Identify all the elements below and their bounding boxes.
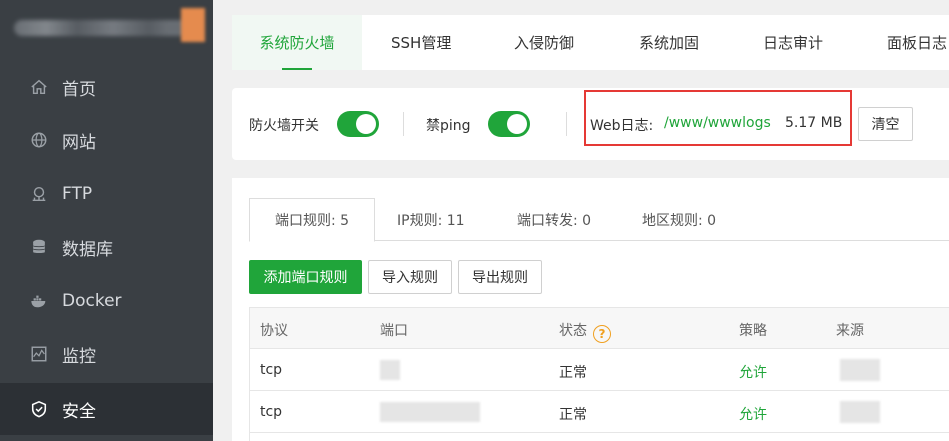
weblog-size: 5.17 MB: [785, 115, 843, 131]
globe-icon: [29, 130, 49, 150]
masked-source: [840, 359, 880, 381]
table-header: 协议 端口 状态? 策略 来源: [250, 308, 949, 349]
tab-label: 日志审计: [763, 34, 824, 52]
home-icon: [29, 77, 49, 97]
header-status-label: 状态: [559, 323, 587, 339]
tab-log-audit[interactable]: 日志审计: [763, 15, 823, 70]
tab-region-rules[interactable]: 地区规则: 0: [642, 198, 716, 241]
tab-system-firewall[interactable]: 系统防火墙: [232, 15, 362, 70]
ping-toggle[interactable]: [488, 111, 530, 137]
divider: [403, 112, 404, 136]
tab-system-hardening[interactable]: 系统加固: [639, 15, 699, 70]
header-policy: 策略: [739, 323, 767, 339]
shield-icon: [29, 399, 49, 419]
sidebar: 首页 网站 FTP 数据库 Docker 监控 安全: [0, 0, 213, 441]
cell-protocol: tcp: [260, 404, 283, 420]
header-status: 状态?: [559, 320, 611, 343]
cell-policy: 允许: [739, 365, 767, 381]
tab-label: 入侵防御: [514, 34, 575, 52]
rule-tabs: 端口规则: 5 IP规则: 11 端口转发: 0 地区规则: 0: [249, 198, 949, 242]
tab-ip-rules[interactable]: IP规则: 11: [397, 198, 465, 241]
database-icon: [29, 237, 49, 257]
export-rules-button[interactable]: 导出规则: [458, 260, 542, 294]
sidebar-item-ftp[interactable]: FTP: [0, 168, 213, 220]
tab-label: 地区规则: 0: [642, 212, 717, 229]
sidebar-item-security[interactable]: 安全: [0, 383, 213, 435]
tab-label: IP规则: 11: [397, 212, 465, 229]
sidebar-item-label: 网站: [62, 132, 96, 153]
sidebar-item-label: 监控: [62, 346, 96, 367]
import-rules-button[interactable]: 导入规则: [368, 260, 452, 294]
monitor-icon: [29, 344, 49, 364]
divider: [566, 112, 567, 136]
table-row[interactable]: tcp 正常 允许: [250, 349, 949, 391]
tab-label: 端口转发: 0: [517, 212, 592, 229]
sidebar-item-website[interactable]: 网站: [0, 114, 213, 166]
tab-label: 系统防火墙: [259, 34, 335, 52]
port-rules-table: 协议 端口 状态? 策略 来源 tcp 正常 允许 tcp 正常 允许: [249, 307, 949, 441]
cell-protocol: tcp: [260, 362, 283, 378]
add-port-rule-button[interactable]: 添加端口规则: [249, 260, 362, 294]
masked-port: [380, 402, 480, 422]
weblog-path-link[interactable]: /www/wwwlogs: [664, 115, 771, 131]
sidebar-item-monitor[interactable]: 监控: [0, 328, 213, 380]
firewall-switch-label: 防火墙开关: [249, 118, 319, 134]
cell-status: 正常: [559, 407, 587, 423]
sidebar-item-label: 安全: [62, 401, 96, 422]
tab-port-rules[interactable]: 端口规则: 5: [249, 198, 375, 242]
tab-port-forward[interactable]: 端口转发: 0: [517, 198, 591, 241]
tab-intrusion-prevention[interactable]: 入侵防御: [514, 15, 574, 70]
table-row[interactable]: tcp 正常 允许: [250, 391, 949, 433]
header-port: 端口: [380, 323, 408, 339]
sidebar-item-label: 数据库: [62, 239, 113, 260]
sidebar-item-label: Docker: [62, 291, 122, 311]
tab-ssh[interactable]: SSH管理: [391, 15, 451, 70]
help-icon[interactable]: ?: [593, 325, 611, 343]
weblog-label: Web日志:: [590, 118, 654, 134]
tab-label: 面板日志: [887, 34, 948, 52]
firewall-toggle[interactable]: [337, 111, 379, 137]
masked-source: [840, 401, 880, 423]
cell-status: 正常: [559, 365, 587, 381]
ftp-icon: [29, 184, 49, 204]
sidebar-item-docker[interactable]: Docker: [0, 275, 213, 327]
blurred-server-name: [14, 20, 194, 36]
clear-log-button[interactable]: 清空: [858, 107, 913, 141]
header-protocol: 协议: [260, 323, 288, 339]
tab-label: SSH管理: [391, 34, 452, 52]
tab-panel-logs[interactable]: 面板日志: [887, 15, 947, 70]
security-tabs: 系统防火墙 SSH管理 入侵防御 系统加固 日志审计 面板日志: [232, 15, 949, 70]
sidebar-item-home[interactable]: 首页: [0, 61, 213, 113]
ping-label: 禁ping: [426, 118, 471, 134]
header-source: 来源: [836, 323, 864, 339]
docker-icon: [29, 291, 49, 311]
sidebar-item-database[interactable]: 数据库: [0, 221, 213, 273]
rules-panel: 端口规则: 5 IP规则: 11 端口转发: 0 地区规则: 0 添加端口规则 …: [232, 178, 949, 441]
tab-label: 端口规则: 5: [274, 213, 350, 229]
sidebar-item-label: FTP: [62, 184, 93, 204]
sidebar-item-label: 首页: [62, 79, 96, 100]
masked-port: [380, 360, 400, 380]
tab-label: 系统加固: [639, 34, 700, 52]
logo-icon: [181, 8, 205, 42]
cell-policy: 允许: [739, 407, 767, 423]
brand-area: [0, 0, 213, 58]
firewall-status-bar: 防火墙开关 禁ping Web日志: /www/wwwlogs 5.17 MB …: [232, 88, 949, 160]
